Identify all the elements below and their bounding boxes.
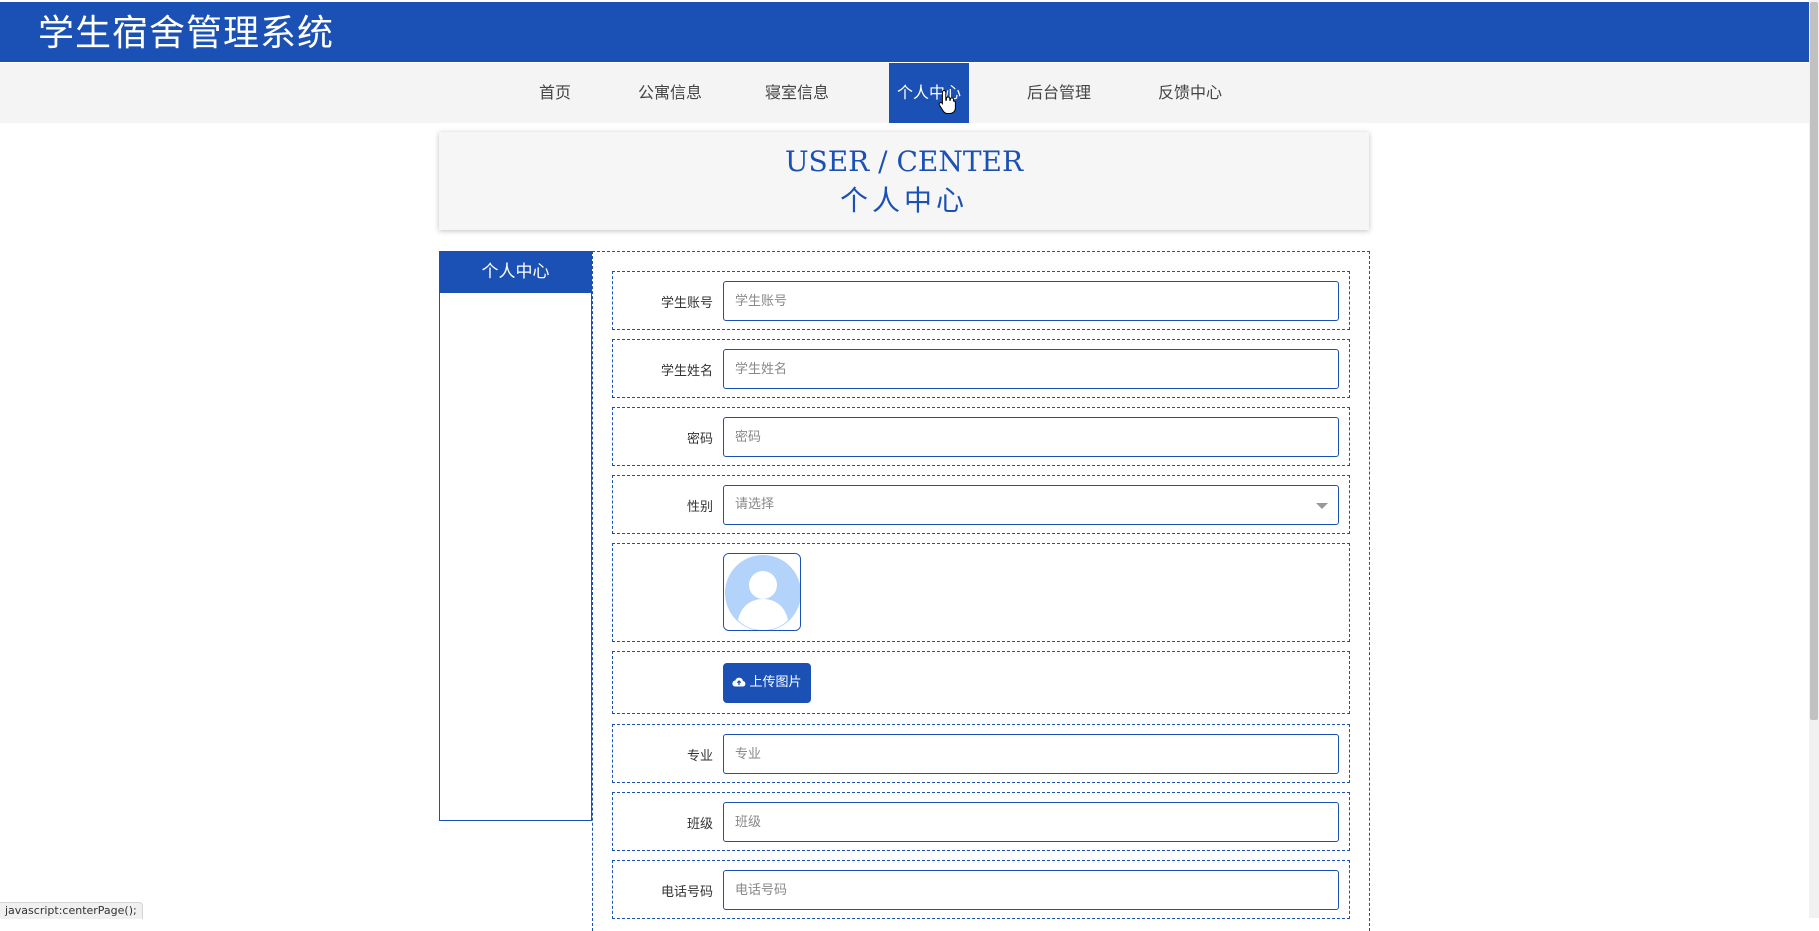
nav-item-admin[interactable]: 后台管理 bbox=[1019, 63, 1099, 123]
chevron-down-icon bbox=[1316, 503, 1328, 509]
status-bar: javascript:centerPage(); bbox=[0, 902, 143, 919]
upload-image-label: 上传图片 bbox=[749, 675, 802, 690]
upload-image-button[interactable]: 上传图片 bbox=[723, 663, 811, 703]
student-name-label: 学生姓名 bbox=[660, 364, 713, 379]
class-label: 班级 bbox=[686, 817, 713, 832]
nav-item-apartment-info[interactable]: 公寓信息 bbox=[630, 63, 710, 123]
nav-item-home[interactable]: 首页 bbox=[525, 63, 585, 123]
gender-select-value: 请选择 bbox=[735, 497, 775, 512]
form-row-password: 密码 bbox=[612, 407, 1350, 466]
class-input[interactable] bbox=[723, 802, 1339, 842]
major-input[interactable] bbox=[723, 734, 1339, 774]
phone-label: 电话号码 bbox=[660, 885, 713, 900]
page-title-chinese: 个人中心 bbox=[839, 184, 968, 217]
cloud-upload-icon bbox=[732, 677, 746, 687]
form-row-upload: 上传图片 bbox=[612, 651, 1350, 714]
form-row-major: 专业 bbox=[612, 724, 1350, 783]
nav-item-dorm-info[interactable]: 寝室信息 bbox=[757, 63, 837, 123]
scrollbar-thumb[interactable] bbox=[1810, 2, 1818, 720]
sidebar bbox=[439, 251, 592, 821]
form-row-class: 班级 bbox=[612, 792, 1350, 851]
avatar bbox=[723, 553, 801, 631]
student-account-input[interactable] bbox=[723, 281, 1339, 321]
student-account-label: 学生账号 bbox=[660, 296, 713, 311]
form-row-phone: 电话号码 bbox=[612, 860, 1350, 919]
major-label: 专业 bbox=[686, 749, 713, 764]
gender-select[interactable]: 请选择 bbox=[723, 485, 1339, 525]
page-title-english: USER / CENTER bbox=[784, 145, 1024, 178]
page-title-card: USER / CENTER 个人中心 bbox=[439, 132, 1369, 230]
form-row-gender: 性别 请选择 bbox=[612, 475, 1350, 534]
hand-cursor-icon bbox=[938, 89, 956, 114]
form-row-student-account: 学生账号 bbox=[612, 271, 1350, 330]
phone-input[interactable] bbox=[723, 870, 1339, 910]
nav-item-feedback[interactable]: 反馈中心 bbox=[1149, 63, 1231, 123]
app-header: 学生宿舍管理系统 bbox=[0, 2, 1809, 62]
app-title: 学生宿舍管理系统 bbox=[38, 13, 335, 54]
password-label: 密码 bbox=[686, 432, 713, 447]
gender-label: 性别 bbox=[686, 500, 713, 515]
student-name-input[interactable] bbox=[723, 349, 1339, 389]
user-avatar-icon bbox=[724, 554, 800, 630]
form-row-student-name: 学生姓名 bbox=[612, 339, 1350, 398]
form-row-avatar bbox=[612, 543, 1350, 642]
nav-item-user-center[interactable]: 个人中心 bbox=[889, 63, 969, 123]
password-input[interactable] bbox=[723, 417, 1339, 457]
main-nav: 首页 公寓信息 寝室信息 个人中心 后台管理 反馈中心 bbox=[0, 63, 1809, 123]
sidebar-item-user-center[interactable]: 个人中心 bbox=[439, 251, 592, 293]
